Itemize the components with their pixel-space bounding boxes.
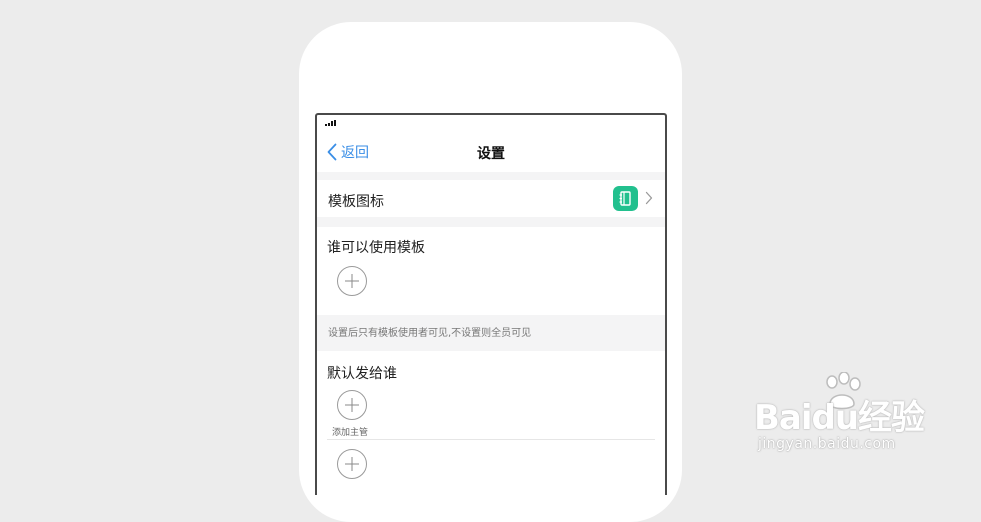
template-icon-label: 模板图标 [328,194,384,210]
template-icon-row[interactable]: 模板图标 [317,180,665,217]
phone-screen: 返回 设置 模板图标 谁可以使用模板 设置后只有模板使用者可见,不设置则全员可见… [315,113,667,495]
visibility-hint-text: 设置后只有模板使用者可见,不设置则全员可见 [328,328,532,339]
section-gap [317,172,665,180]
add-user-button[interactable] [337,266,367,296]
signal-icon [325,120,336,126]
nav-bar: 返回 设置 [317,133,665,171]
section-gap [317,217,665,227]
default-send-section: 默认发给谁 添加主管 [317,351,665,495]
baidu-watermark: Baidu经验 jingyan.baidu.com [750,372,950,462]
who-can-use-label: 谁可以使用模板 [327,240,425,256]
who-can-use-section: 谁可以使用模板 [317,227,665,315]
chevron-right-icon [645,191,653,205]
watermark-url: jingyan.baidu.com [758,436,896,452]
page-title: 设置 [477,146,505,162]
add-supervisor-button[interactable] [337,390,367,420]
add-supervisor-label: 添加主管 [332,428,369,438]
notebook-icon[interactable] [613,186,638,211]
visibility-hint: 设置后只有模板使用者可见,不设置则全员可见 [317,315,665,351]
watermark-brand: Baidu经验 [754,398,925,438]
default-send-label: 默认发给谁 [327,366,397,382]
status-bar [317,115,665,131]
divider [327,439,655,440]
add-recipient-button[interactable] [337,449,367,479]
